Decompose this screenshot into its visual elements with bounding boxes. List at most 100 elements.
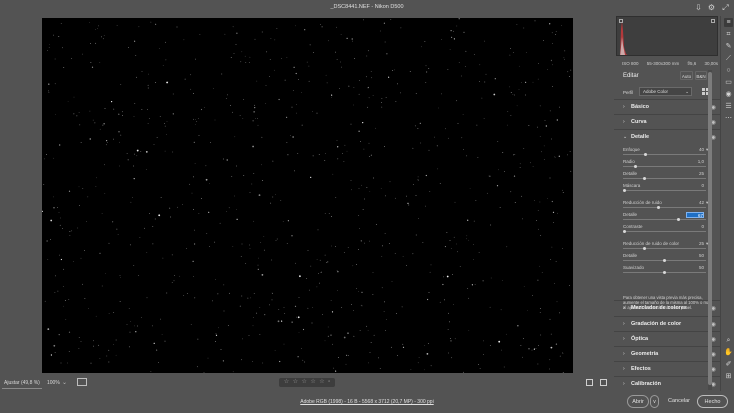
- slider-label: Detalle: [623, 212, 638, 217]
- slider-value-field[interactable]: 40: [686, 147, 704, 153]
- fullscreen-icon[interactable]: ⤢: [721, 3, 730, 12]
- section-calibration[interactable]: › Calibración ◉: [614, 376, 720, 391]
- slider-thumb[interactable]: [656, 206, 660, 209]
- slider-track[interactable]: [623, 206, 706, 209]
- done-button[interactable]: Hecho: [697, 395, 728, 408]
- single-view-icon[interactable]: [586, 379, 593, 386]
- before-after-icon[interactable]: [600, 379, 607, 386]
- slider-track[interactable]: [623, 153, 706, 156]
- shadow-clipping-icon[interactable]: [619, 19, 623, 23]
- more-icon[interactable]: ⋯: [724, 114, 733, 123]
- chevron-right-icon: ›: [623, 336, 625, 342]
- slider-thumb[interactable]: [623, 230, 626, 233]
- slider-value-field[interactable]: 0: [686, 224, 704, 230]
- exif-aperture: f/5,6: [687, 61, 697, 66]
- section-curve[interactable]: › Curva ◉: [614, 114, 720, 129]
- edit-sliders-icon[interactable]: ≡: [724, 18, 733, 27]
- auto-button[interactable]: Auto: [680, 71, 693, 80]
- star-icon[interactable]: ☆: [293, 378, 298, 387]
- star-icon[interactable]: ☆: [319, 378, 324, 387]
- slider-value-field[interactable]: 50: [686, 265, 704, 271]
- exif-info: ISO 800 55-300x300 mm f/5,6 30,00s: [622, 61, 718, 66]
- slider-thumb[interactable]: [644, 153, 648, 156]
- slider-value-field[interactable]: 25: [686, 171, 704, 177]
- star-icon[interactable]: ☆: [310, 378, 315, 387]
- zoom-icon[interactable]: ⌕: [724, 336, 733, 345]
- slider-track[interactable]: [623, 165, 706, 168]
- exif-shutter: 30,00s: [704, 61, 718, 66]
- hand-icon[interactable]: ✋: [724, 348, 733, 357]
- slider-thumb[interactable]: [643, 247, 646, 250]
- slider-thumb[interactable]: [643, 177, 646, 180]
- histogram: [616, 16, 718, 56]
- section-effects[interactable]: › Efectos ◉: [614, 361, 720, 376]
- heal-icon[interactable]: ✎: [724, 42, 733, 51]
- export-icon[interactable]: ⇩: [694, 3, 703, 12]
- section-detail[interactable]: ⌄ Detalle ◉: [614, 129, 720, 144]
- slider-track[interactable]: [623, 218, 706, 221]
- zoom-percent[interactable]: 100%: [47, 380, 60, 386]
- slider-label: Detalle: [623, 171, 638, 176]
- bw-button[interactable]: B&N: [695, 71, 707, 80]
- slider-track[interactable]: [623, 230, 706, 233]
- crop-icon[interactable]: ⌗: [724, 30, 733, 39]
- slider-value-field[interactable]: 42: [686, 200, 704, 206]
- open-button[interactable]: Abrir: [627, 395, 649, 408]
- section-geometry[interactable]: › Geometría ◉: [614, 346, 720, 361]
- grid-toggle-icon[interactable]: ⊞: [724, 372, 733, 381]
- gradient-filter-icon[interactable]: ▭: [724, 78, 733, 87]
- radial-filter-icon[interactable]: ○: [724, 66, 733, 75]
- section-label: Geometría: [631, 351, 659, 357]
- filmstrip-icon[interactable]: [77, 378, 87, 386]
- chevron-right-icon: ›: [623, 351, 625, 357]
- profile-select[interactable]: Adobe Color ⌄: [639, 87, 692, 96]
- star-icon[interactable]: ☆: [301, 378, 306, 387]
- section-optics[interactable]: › Óptica ◉: [614, 331, 720, 346]
- slider-track[interactable]: [623, 271, 706, 274]
- open-options-button[interactable]: v: [650, 395, 659, 408]
- profile-value: Adobe Color: [643, 89, 669, 94]
- slider-thumb[interactable]: [663, 259, 666, 262]
- status-bar: Adobe RGB (1998) - 16 B - 5568 x 3712 (2…: [0, 391, 734, 413]
- detail-note: Para obtener una vista previa más precis…: [623, 295, 712, 311]
- slider-value-field[interactable]: 25: [686, 241, 704, 247]
- zoom-dropdown-icon[interactable]: ⌄: [62, 379, 67, 386]
- mask-brush-icon[interactable]: ⟋: [724, 54, 733, 63]
- slider-thumb[interactable]: [663, 271, 666, 274]
- slider-thumb[interactable]: [633, 165, 637, 168]
- workflow-options-link[interactable]: Adobe RGB (1998) - 16 B - 5568 x 3712 (2…: [0, 399, 734, 405]
- zoom-fit-label[interactable]: Ajustar (49,8 %): [4, 380, 40, 386]
- panel-scrollbar-thumb[interactable]: [708, 72, 712, 385]
- section-label: Calibración: [631, 381, 661, 387]
- section-basic[interactable]: › Básico ◉: [614, 99, 720, 114]
- slider-track[interactable]: [623, 189, 706, 192]
- slider-label: Suavizado: [623, 265, 645, 270]
- zoom-fit-underline: [2, 388, 42, 389]
- slider-track[interactable]: [623, 259, 706, 262]
- night-sky-image: [42, 18, 572, 373]
- gear-icon[interactable]: ⚙: [707, 3, 716, 12]
- slider-value-field[interactable]: 0: [686, 183, 704, 189]
- section-color-grading[interactable]: › Gradación de color ◉: [614, 316, 720, 331]
- star-rating[interactable]: ☆ ☆ ☆ ☆ ☆ ▫: [279, 378, 335, 387]
- photo-preview[interactable]: [42, 18, 573, 373]
- slider-track[interactable]: [623, 177, 706, 180]
- slider-value-field[interactable]: 50: [686, 253, 704, 259]
- section-label: Gradación de color: [631, 321, 682, 327]
- slider-thumb[interactable]: [623, 189, 626, 192]
- title-bar: _DSC8441.NEF - Nikon D500 ⇩ ⚙ ⤢: [0, 0, 734, 16]
- redeye-icon[interactable]: ◉: [724, 90, 733, 99]
- window-title: _DSC8441.NEF - Nikon D500: [330, 4, 404, 10]
- presets-icon[interactable]: ☰: [724, 102, 733, 111]
- highlight-clipping-icon[interactable]: [711, 19, 715, 23]
- slider-value-field[interactable]: 67: [686, 211, 704, 218]
- color-sampler-icon[interactable]: ✐: [724, 360, 733, 369]
- cancel-button[interactable]: Cancelar: [664, 395, 694, 408]
- section-label: Detalle: [631, 134, 650, 140]
- slider-track[interactable]: [623, 247, 706, 250]
- slider-thumb[interactable]: [676, 218, 680, 221]
- chevron-down-icon: ⌄: [685, 89, 689, 94]
- slider-value-field[interactable]: 1,0: [686, 159, 704, 165]
- star-icon[interactable]: ☆: [284, 378, 289, 387]
- trash-flag-icon[interactable]: ▫: [328, 378, 330, 387]
